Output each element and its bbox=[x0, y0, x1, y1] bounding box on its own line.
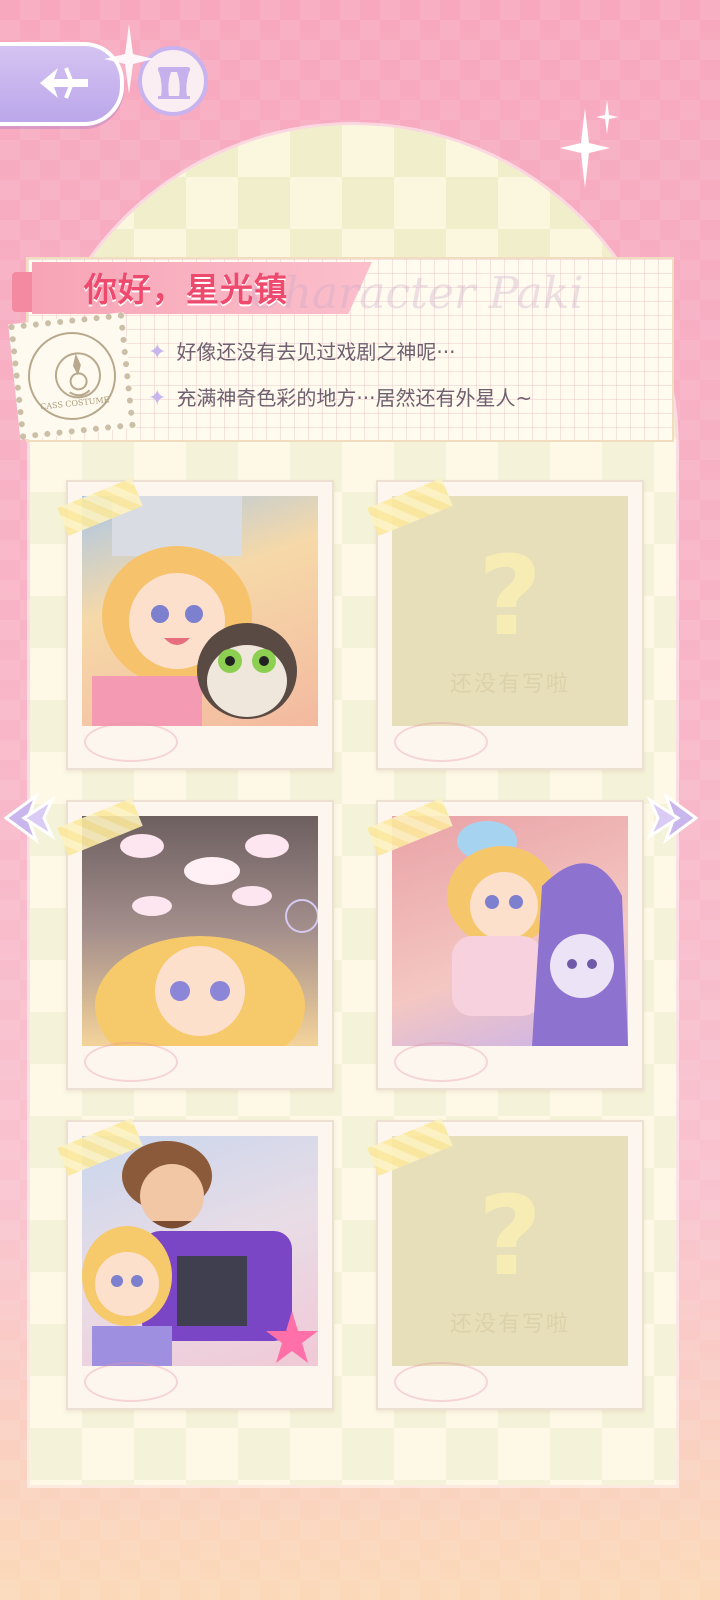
question-mark-icon: ? bbox=[478, 1172, 542, 1300]
photo-card-empty[interactable]: ? 还没有写啦 bbox=[367, 1118, 644, 1410]
empty-caption: 还没有写啦 bbox=[449, 672, 570, 697]
sparkle-icon bbox=[596, 100, 618, 134]
note-text: 充满神奇色彩的地方···居然还有外星人~ bbox=[176, 386, 533, 410]
postmark bbox=[84, 1042, 178, 1082]
chevron-right-icon[interactable] bbox=[640, 788, 700, 848]
photo-card-empty[interactable]: ? 还没有写啦 bbox=[367, 478, 644, 770]
photo-image bbox=[82, 1136, 318, 1366]
postmark bbox=[84, 722, 178, 762]
empty-photo: ? 还没有写啦 bbox=[392, 1136, 628, 1366]
photo-image bbox=[392, 816, 628, 1046]
photo-card[interactable] bbox=[57, 798, 334, 1090]
photo-image bbox=[82, 816, 318, 1046]
photo-image bbox=[82, 496, 318, 726]
stage-curtain-icon bbox=[158, 67, 190, 99]
photo-card[interactable] bbox=[367, 798, 644, 1090]
sparkle-icon bbox=[104, 24, 154, 94]
mask-emblem-icon bbox=[54, 352, 101, 399]
back-arrow-icon bbox=[40, 67, 88, 99]
postmark bbox=[84, 1362, 178, 1402]
question-mark-icon: ? bbox=[478, 532, 542, 660]
costume-stamp: CASS COSTUME bbox=[8, 312, 136, 440]
postmark bbox=[394, 1362, 488, 1402]
sparkle-bullet-icon: ✦ bbox=[148, 386, 167, 411]
postmark bbox=[394, 1042, 488, 1082]
photo-card[interactable] bbox=[57, 478, 334, 770]
empty-caption: 还没有写啦 bbox=[449, 1312, 570, 1337]
postmark bbox=[394, 722, 488, 762]
photo-card[interactable] bbox=[57, 1118, 334, 1410]
sparkle-bullet-icon: ✦ bbox=[148, 340, 167, 365]
note-line: ✦ 好像还没有去见过戏剧之神呢··· bbox=[148, 336, 456, 365]
note-line: ✦ 充满神奇色彩的地方···居然还有外星人~ bbox=[148, 382, 532, 411]
empty-photo: ? 还没有写啦 bbox=[392, 496, 628, 726]
chevron-left-icon[interactable] bbox=[2, 788, 62, 848]
note-text: 好像还没有去见过戏剧之神呢··· bbox=[176, 340, 456, 364]
watermark: Character Paki bbox=[250, 268, 584, 319]
page-title: 你好，星光镇 bbox=[84, 270, 288, 309]
